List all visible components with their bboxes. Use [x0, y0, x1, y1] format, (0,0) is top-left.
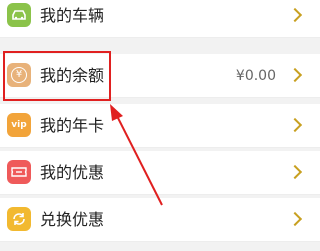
annotation-arrow — [110, 104, 163, 206]
